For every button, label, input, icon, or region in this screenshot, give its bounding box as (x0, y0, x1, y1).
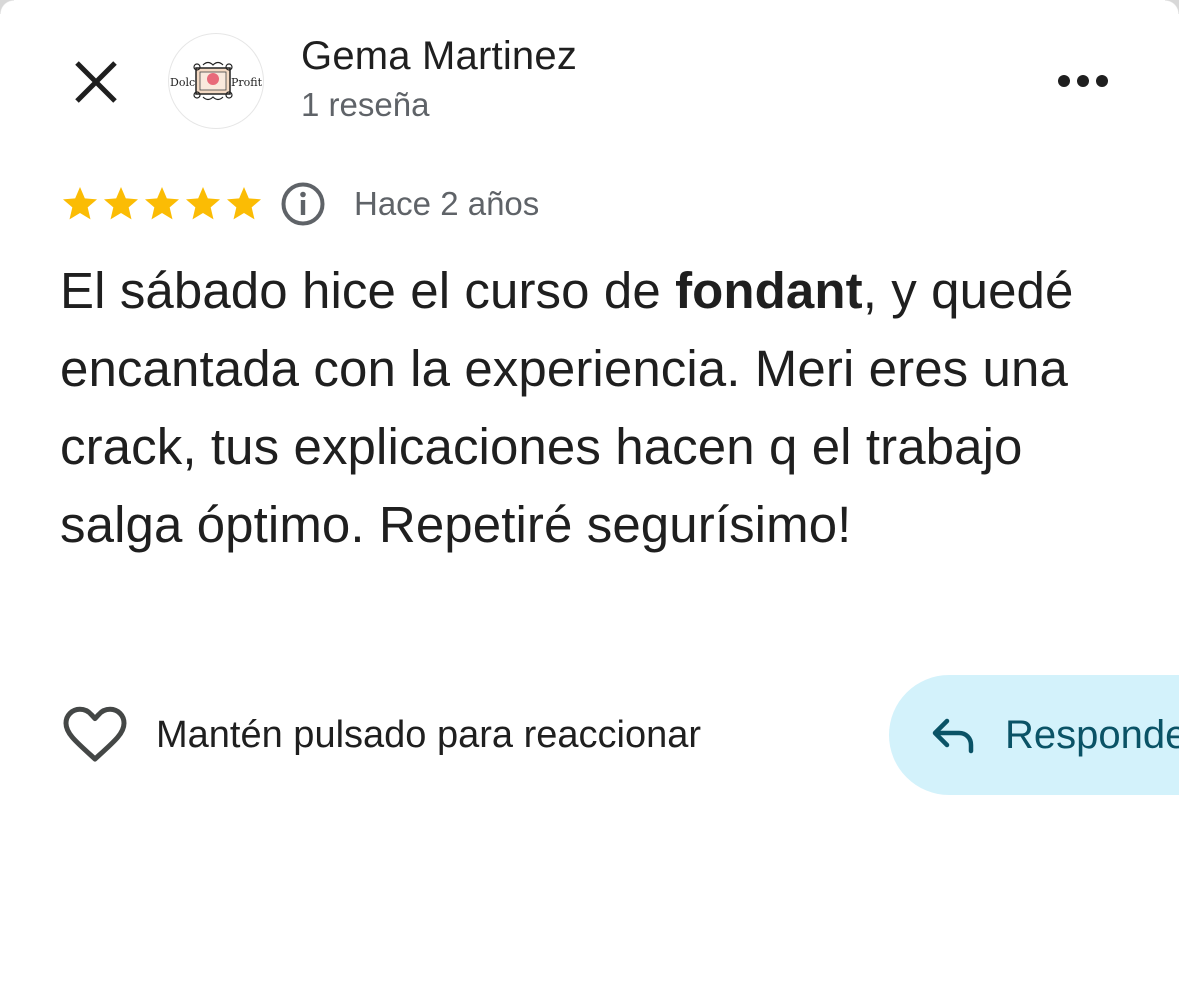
star-rating (60, 184, 264, 224)
review-date: Hace 2 años (354, 185, 540, 222)
react-button[interactable]: Mantén pulsado para reaccionar (62, 700, 701, 770)
more-options-button[interactable] (1050, 56, 1116, 106)
logo-text-right: Profit (231, 76, 263, 89)
review-detail-sheet: Dolc Profit Gema Martinez 1 reseña Hace … (0, 0, 1179, 994)
rating-row: Hace 2 años (60, 178, 539, 230)
review-text-highlight: fondant (675, 262, 863, 319)
reply-label: Responder (1005, 712, 1179, 757)
more-horizontal-icon (1058, 75, 1108, 87)
star-icon (145, 187, 179, 220)
sheet-corner-right (1165, 0, 1179, 14)
author-name[interactable]: Gema Martinez (301, 34, 577, 79)
review-count: 1 reseña (301, 86, 430, 123)
review-text-start: El sábado hice el curso de (60, 262, 676, 319)
react-label: Mantén pulsado para reaccionar (156, 713, 702, 756)
star-icon (104, 187, 138, 220)
star-icon (63, 187, 97, 220)
reply-button[interactable]: Responder (889, 675, 1179, 795)
heart-icon (62, 702, 128, 768)
star-icon (227, 187, 261, 220)
close-icon (75, 61, 117, 103)
star-icon (186, 187, 220, 220)
logo-text-left: Dolc (170, 76, 195, 89)
brand-logo: Dolc Profit (170, 61, 263, 101)
close-button[interactable] (64, 50, 128, 114)
info-icon[interactable] (280, 181, 326, 227)
sheet-corner-left (0, 0, 14, 14)
reply-icon (929, 711, 977, 759)
review-text: El sábado hice el curso de fondant, y qu… (60, 252, 1130, 564)
avatar[interactable]: Dolc Profit (168, 33, 264, 129)
